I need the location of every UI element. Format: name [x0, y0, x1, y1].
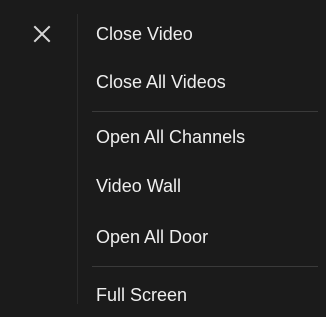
menu-separator	[92, 266, 318, 267]
menu-item-open-all-door[interactable]: Open All Door	[0, 217, 326, 257]
menu-item-video-wall[interactable]: Video Wall	[0, 166, 326, 206]
menu-item-label: Video Wall	[96, 176, 182, 196]
menu-item-label: Close Video	[96, 24, 193, 44]
menu-item-close-video[interactable]: Close Video	[0, 14, 326, 54]
context-menu: Close Video Close All Videos Open All Ch…	[0, 0, 326, 317]
menu-separator	[92, 111, 318, 112]
menu-item-label: Open All Channels	[96, 127, 246, 147]
menu-item-open-all-channels[interactable]: Open All Channels	[0, 117, 326, 157]
menu-item-label: Close All Videos	[96, 72, 226, 92]
icon-gutter-divider	[77, 14, 78, 304]
close-icon	[28, 20, 56, 48]
menu-item-label: Open All Door	[96, 227, 209, 247]
menu-item-close-all-videos[interactable]: Close All Videos	[0, 62, 326, 102]
menu-item-full-screen[interactable]: Full Screen	[0, 275, 326, 315]
menu-item-label: Full Screen	[96, 285, 188, 305]
